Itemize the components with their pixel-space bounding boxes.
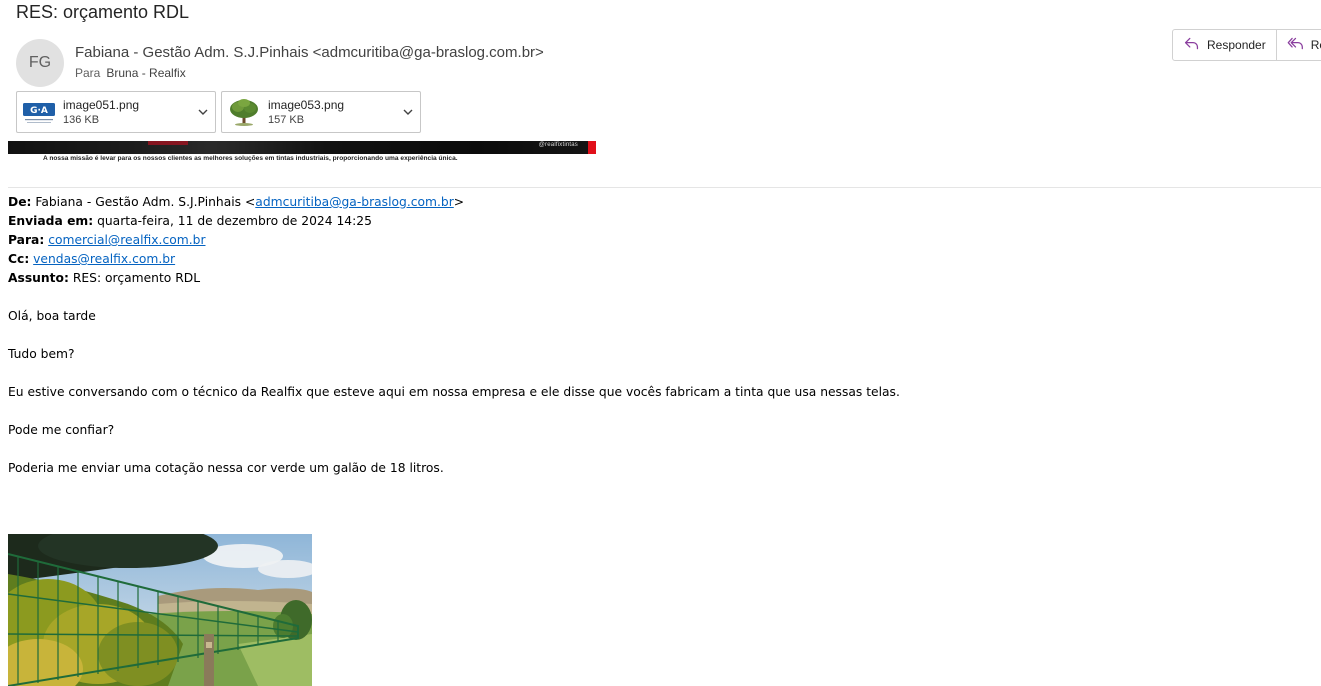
subject-line: Assunto: RES: orçamento RDL <box>8 269 1308 288</box>
from-line: De: Fabiana - Gestão Adm. S.J.Pinhais <a… <box>8 193 1308 212</box>
chevron-down-icon[interactable] <box>197 105 209 117</box>
cc-label: Cc: <box>8 252 30 266</box>
cc-email-link[interactable]: vendas@realfix.com.br <box>33 252 175 266</box>
from-name: Fabiana - Gestão Adm. S.J.Pinhais < <box>35 195 256 209</box>
subject-value: RES: orçamento RDL <box>72 271 201 285</box>
attachment-size: 157 KB <box>268 114 305 126</box>
reply-label: Responder <box>1207 38 1266 52</box>
banner-red-edge <box>588 141 596 154</box>
reply-all-label: Re <box>1310 38 1321 52</box>
from-close: > <box>453 195 465 209</box>
signature-banner-image: @realfixtintas A nossa missão é levar pa… <box>8 141 596 165</box>
subject-label: Assunto: <box>8 271 69 285</box>
sender-display[interactable]: Fabiana - Gestão Adm. S.J.Pinhais <admcu… <box>75 44 544 61</box>
attachment-name: image053.png <box>268 98 345 112</box>
cc-line: Cc: vendas@realfix.com.br <box>8 250 1308 269</box>
reply-all-icon <box>1287 35 1304 55</box>
sent-label: Enviada em: <box>8 214 94 228</box>
email-subject: RES: orçamento RDL <box>16 2 190 22</box>
recipient-line: Para Bruna - Realfix <box>75 66 186 80</box>
to-label: Para: <box>8 233 45 247</box>
reply-all-button[interactable]: Re <box>1277 30 1321 60</box>
attachment-size: 136 KB <box>63 114 100 126</box>
banner-handle: @realfixtintas <box>538 142 578 148</box>
reply-button[interactable]: Responder <box>1173 30 1277 60</box>
to-line: Para: comercial@realfix.com.br <box>8 231 1308 250</box>
chevron-down-icon[interactable] <box>402 105 414 117</box>
banner-tagline: A nossa missão é levar para os nossos cl… <box>43 155 458 162</box>
reply-actions: Responder Re <box>1172 29 1321 61</box>
body-line: Poderia me enviar uma cotação nessa cor … <box>8 461 444 475</box>
message-body: De: Fabiana - Gestão Adm. S.J.Pinhais <a… <box>8 193 1308 478</box>
message-divider <box>8 187 1321 188</box>
attachment-card[interactable]: G·A image051.png 136 KB <box>16 91 216 133</box>
attachment-name: image051.png <box>63 98 140 112</box>
tree-icon <box>226 97 262 127</box>
sent-line: Enviada em: quarta-feira, 11 de dezembro… <box>8 212 1308 231</box>
body-line: Tudo bem? <box>8 347 75 361</box>
fence-photo[interactable] <box>8 534 312 686</box>
attachment-card[interactable]: image053.png 157 KB <box>221 91 421 133</box>
from-email-link[interactable]: admcuritiba@ga-braslog.com.br <box>255 195 454 209</box>
to-email-link[interactable]: comercial@realfix.com.br <box>48 233 205 247</box>
recipient-name[interactable]: Bruna - Realfix <box>106 66 185 80</box>
banner-band <box>8 141 596 154</box>
svg-text:G·A: G·A <box>30 106 48 116</box>
body-line: Eu estive conversando com o técnico da R… <box>8 385 900 399</box>
banner-accent <box>148 141 188 145</box>
ga-logo-icon: G·A <box>21 97 57 127</box>
to-label: Para <box>75 66 101 80</box>
reply-icon <box>1183 35 1200 55</box>
body-line: Pode me confiar? <box>8 423 115 437</box>
from-label: De: <box>8 195 32 209</box>
sent-value: quarta-feira, 11 de dezembro de 2024 14:… <box>97 214 372 228</box>
sender-avatar[interactable]: FG <box>16 39 64 87</box>
body-greeting: Olá, boa tarde <box>8 309 96 323</box>
